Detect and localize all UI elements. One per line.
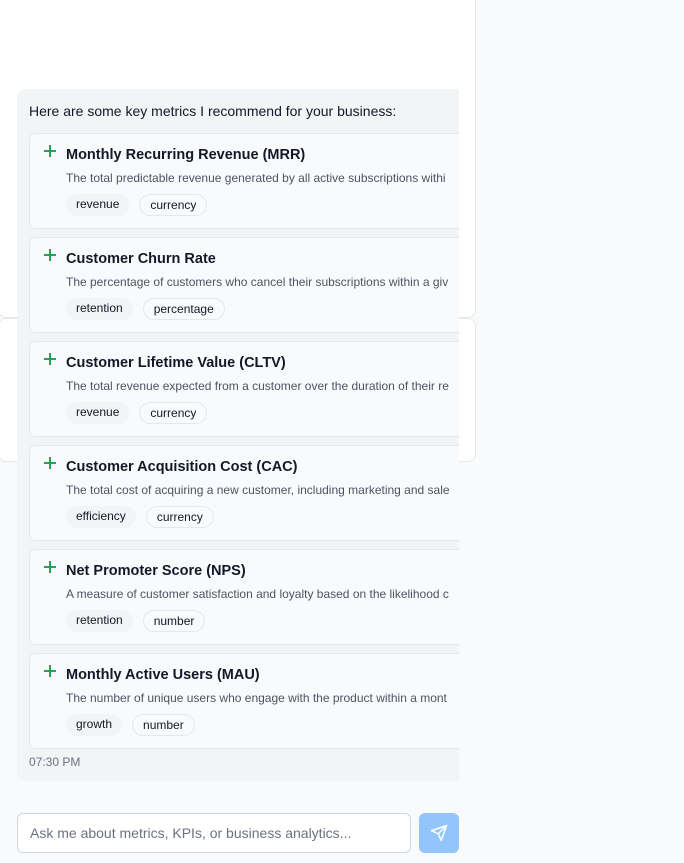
metric-card[interactable]: Customer Acquisition Cost (CAC) The tota… <box>29 445 459 541</box>
metric-tags: retention number <box>66 610 206 632</box>
plus-icon[interactable] <box>44 145 56 157</box>
metric-tag: efficiency <box>66 506 136 528</box>
chat-input[interactable] <box>17 813 411 853</box>
metric-card[interactable]: Monthly Recurring Revenue (MRR) The tota… <box>29 133 459 229</box>
metric-tag: retention <box>66 298 133 320</box>
metric-description: The percentage of customers who cancel t… <box>66 275 449 289</box>
metric-tags: revenue currency <box>66 402 208 424</box>
metric-tag: revenue <box>66 194 130 216</box>
message-intro: Here are some key metrics I recommend fo… <box>29 103 397 119</box>
metric-tags: growth number <box>66 714 195 736</box>
metric-tag: number <box>132 714 195 736</box>
metric-tags: revenue currency <box>66 194 208 216</box>
assistant-message: Here are some key metrics I recommend fo… <box>17 89 459 781</box>
metric-tag: currency <box>139 194 208 216</box>
plus-icon[interactable] <box>44 561 56 573</box>
send-icon <box>430 824 448 842</box>
metric-title: Net Promoter Score (NPS) <box>66 563 246 579</box>
metric-tag: revenue <box>66 402 130 424</box>
metric-tag: percentage <box>142 298 225 320</box>
metric-card[interactable]: Monthly Active Users (MAU) The number of… <box>29 653 459 749</box>
metric-tag: growth <box>66 714 123 736</box>
metric-description: The total cost of acquiring a new custom… <box>66 483 450 497</box>
metric-description: The total revenue expected from a custom… <box>66 379 449 393</box>
metric-card[interactable]: Net Promoter Score (NPS) A measure of cu… <box>29 549 459 645</box>
metric-description: A measure of customer satisfaction and l… <box>66 587 449 601</box>
metric-title: Customer Lifetime Value (CLTV) <box>66 355 286 371</box>
metric-description: The number of unique users who engage wi… <box>66 691 447 705</box>
plus-icon[interactable] <box>44 457 56 469</box>
metric-tags: retention percentage <box>66 298 225 320</box>
metric-title: Monthly Recurring Revenue (MRR) <box>66 147 306 163</box>
metric-card[interactable]: Customer Lifetime Value (CLTV) The total… <box>29 341 459 437</box>
metric-title: Customer Churn Rate <box>66 251 216 267</box>
metric-tag: number <box>142 610 206 632</box>
chat-page: Here are some key metrics I recommend fo… <box>0 0 684 863</box>
metric-tag: currency <box>145 506 214 528</box>
send-button[interactable] <box>419 813 459 853</box>
metric-tags: efficiency currency <box>66 506 214 528</box>
metric-tag: retention <box>66 610 133 632</box>
metric-tag: currency <box>139 402 208 424</box>
plus-icon[interactable] <box>44 665 56 677</box>
message-timestamp: 07:30 PM <box>29 755 81 769</box>
plus-icon[interactable] <box>44 249 56 261</box>
metric-title: Customer Acquisition Cost (CAC) <box>66 459 298 475</box>
metric-title: Monthly Active Users (MAU) <box>66 667 260 683</box>
metric-card[interactable]: Customer Churn Rate The percentage of cu… <box>29 237 459 333</box>
plus-icon[interactable] <box>44 353 56 365</box>
metric-description: The total predictable revenue generated … <box>66 171 446 185</box>
